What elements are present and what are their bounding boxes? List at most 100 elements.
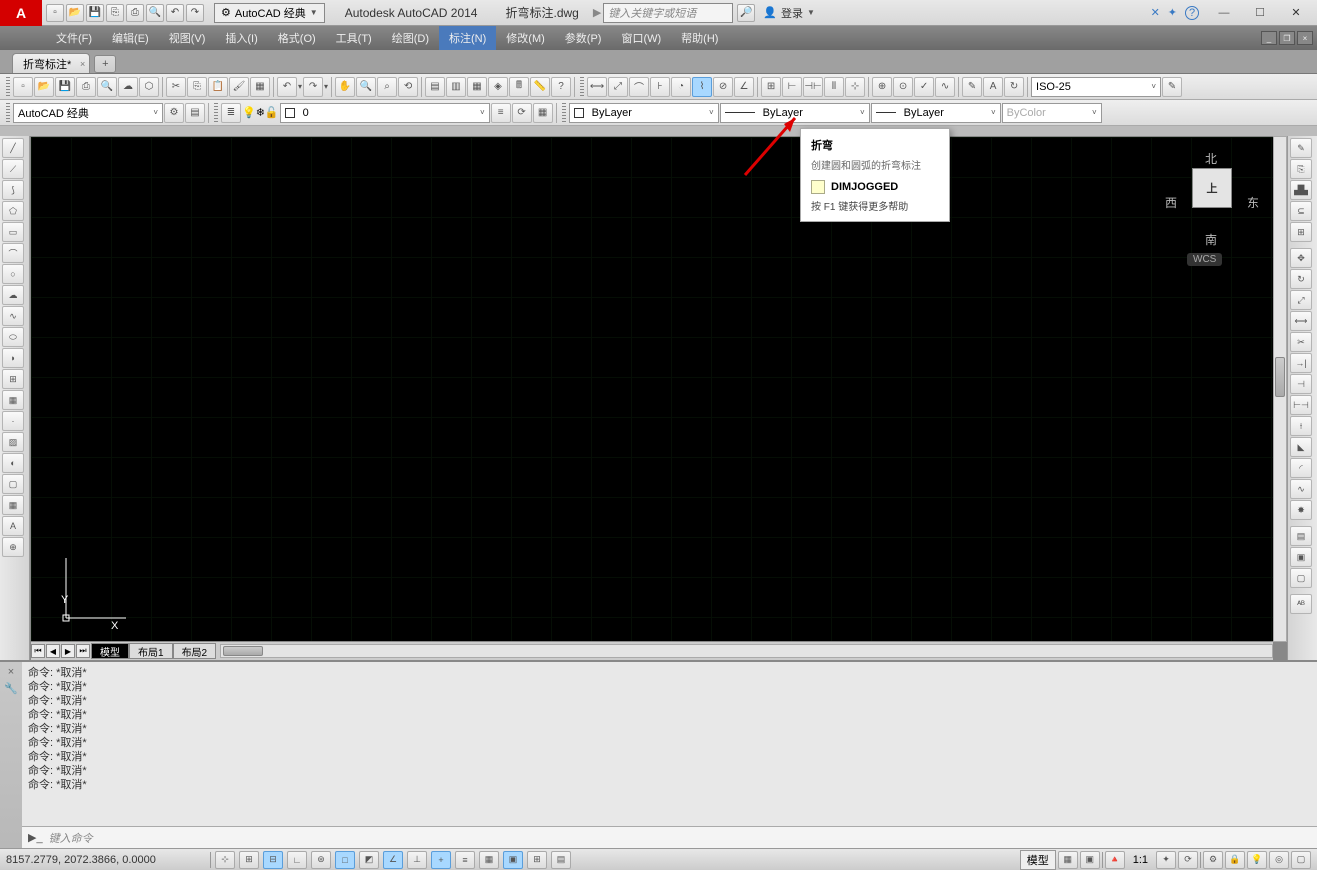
ruler-icon[interactable]: 📏 bbox=[530, 77, 550, 97]
anno-auto-icon[interactable]: ⟳ bbox=[1178, 851, 1198, 869]
minimize-button[interactable]: — bbox=[1207, 3, 1241, 23]
calc-icon[interactable]: 🖩 bbox=[509, 77, 529, 97]
sheets-icon[interactable]: ▥ bbox=[446, 77, 466, 97]
arc-icon[interactable]: ⌒ bbox=[2, 243, 24, 263]
match-icon[interactable]: 🖌 bbox=[229, 77, 249, 97]
dyn-icon[interactable]: + bbox=[431, 851, 451, 869]
pan-icon[interactable]: ✋ bbox=[335, 77, 355, 97]
new-tab-button[interactable]: + bbox=[94, 55, 116, 73]
move-icon[interactable]: ✥ bbox=[1290, 248, 1312, 268]
explode-icon[interactable]: ✸ bbox=[1290, 500, 1312, 520]
workspace-dropdown[interactable]: ⚙AutoCAD 经典▼ bbox=[214, 3, 325, 23]
block-icon[interactable]: ▦ bbox=[2, 390, 24, 410]
snap-icon[interactable]: ⊞ bbox=[239, 851, 259, 869]
undo-icon[interactable]: ↶ bbox=[166, 4, 184, 22]
3dprint-icon[interactable]: ⬡ bbox=[139, 77, 159, 97]
table-icon[interactable]: ▦ bbox=[2, 495, 24, 515]
menu-1[interactable]: 编辑(E) bbox=[102, 26, 159, 50]
toolpal-icon[interactable]: ▦ bbox=[467, 77, 487, 97]
draworder-icon[interactable]: ▤ bbox=[1290, 526, 1312, 546]
wcs-label[interactable]: WCS bbox=[1187, 253, 1222, 266]
publish-icon[interactable]: ☁ bbox=[118, 77, 138, 97]
mdi-close-icon[interactable]: × bbox=[1297, 31, 1313, 45]
anno-scale-icon[interactable]: 🔺 bbox=[1105, 851, 1125, 869]
props-icon[interactable]: ▤ bbox=[425, 77, 445, 97]
pline-icon[interactable]: ⟆ bbox=[2, 180, 24, 200]
isolate-icon[interactable]: ◎ bbox=[1269, 851, 1289, 869]
ellipse-arc-icon[interactable]: ◗ bbox=[2, 348, 24, 368]
point-icon[interactable]: · bbox=[2, 411, 24, 431]
dim-aligned-icon[interactable]: ⤢ bbox=[608, 77, 628, 97]
drawing-canvas[interactable]: YX bbox=[31, 137, 1273, 641]
command-input[interactable]: ▶_ 键入命令 bbox=[22, 826, 1317, 848]
osnap-icon[interactable]: □ bbox=[335, 851, 355, 869]
preview-icon[interactable]: 🔍 bbox=[97, 77, 117, 97]
dim-baseline-icon[interactable]: ⊢ bbox=[782, 77, 802, 97]
polygon-icon[interactable]: ⬠ bbox=[2, 201, 24, 221]
text-edit-icon[interactable]: ᴬᴮ bbox=[1290, 594, 1312, 614]
3dosnap-icon[interactable]: ◩ bbox=[359, 851, 379, 869]
plot-icon[interactable]: ⎙ bbox=[76, 77, 96, 97]
zoom-win-icon[interactable]: ⌕ bbox=[377, 77, 397, 97]
menu-3[interactable]: 插入(I) bbox=[215, 26, 267, 50]
ducs-icon[interactable]: ⊥ bbox=[407, 851, 427, 869]
layer-state-icon[interactable]: ⟳ bbox=[512, 103, 532, 123]
layer-prev-icon[interactable]: ≡ bbox=[491, 103, 511, 123]
mirror-icon[interactable]: ▟▙ bbox=[1290, 180, 1312, 200]
qp-icon[interactable]: ▣ bbox=[503, 851, 523, 869]
a360-icon[interactable]: ✦ bbox=[1168, 6, 1177, 19]
xline-icon[interactable]: ⟋ bbox=[2, 159, 24, 179]
break-icon[interactable]: ⊢⊣ bbox=[1290, 395, 1312, 415]
break-point-icon[interactable]: ⊣ bbox=[1290, 374, 1312, 394]
hatch-icon[interactable]: ▨ bbox=[2, 432, 24, 452]
dim-quick-icon[interactable]: ⊞ bbox=[761, 77, 781, 97]
linetype-dropdown[interactable]: ByLayer˅ bbox=[720, 103, 870, 123]
command-history[interactable]: 命令: *取消*命令: *取消*命令: *取消*命令: *取消*命令: *取消*… bbox=[22, 662, 1317, 826]
dim-jogged-icon[interactable]: ⌇ bbox=[692, 77, 712, 97]
ws-switch-icon[interactable]: ⚙ bbox=[1203, 851, 1223, 869]
workspace-dropdown-2[interactable]: AutoCAD 经典˅ bbox=[13, 103, 163, 123]
viewcube[interactable]: 北 南 东 西 上 WCS bbox=[1157, 146, 1267, 266]
workspace-save-icon[interactable]: ▤ bbox=[185, 103, 205, 123]
toolbar-lock-icon[interactable]: 🔒 bbox=[1225, 851, 1245, 869]
close-button[interactable]: ✕ bbox=[1279, 3, 1313, 23]
tab-first-icon[interactable]: ⏮ bbox=[31, 644, 45, 658]
grip-icon[interactable] bbox=[214, 103, 218, 123]
mtext-icon[interactable]: A bbox=[2, 516, 24, 536]
tab-last-icon[interactable]: ⏭ bbox=[76, 644, 90, 658]
dim-break-icon[interactable]: ⊹ bbox=[845, 77, 865, 97]
dim-update-icon[interactable]: ↻ bbox=[1004, 77, 1024, 97]
chamfer-icon[interactable]: ◣ bbox=[1290, 437, 1312, 457]
preview-icon[interactable]: 🔍 bbox=[146, 4, 164, 22]
layout-tab-2[interactable]: 布局2 bbox=[173, 643, 217, 659]
rectangle-icon[interactable]: ▭ bbox=[2, 222, 24, 242]
vscrollbar[interactable] bbox=[1273, 136, 1287, 642]
saveas-icon[interactable]: ⎘ bbox=[106, 4, 124, 22]
mdi-minimize-icon[interactable]: _ bbox=[1261, 31, 1277, 45]
dimstyle-manager-icon[interactable]: ✎ bbox=[1162, 77, 1182, 97]
erase-icon[interactable]: ✎ bbox=[1290, 138, 1312, 158]
grip-icon[interactable] bbox=[562, 103, 566, 123]
layout-tab-0[interactable]: 模型 bbox=[91, 643, 129, 659]
menu-11[interactable]: 帮助(H) bbox=[671, 26, 728, 50]
jog-line-icon[interactable]: ∿ bbox=[935, 77, 955, 97]
dim-arc-icon[interactable]: ⌒ bbox=[629, 77, 649, 97]
dim-edit-icon[interactable]: ✎ bbox=[962, 77, 982, 97]
block-icon[interactable]: ▦ bbox=[250, 77, 270, 97]
addselected-icon[interactable]: ⊕ bbox=[2, 537, 24, 557]
ortho-icon[interactable]: ∟ bbox=[287, 851, 307, 869]
mdi-restore-icon[interactable]: ❐ bbox=[1279, 31, 1295, 45]
anno-scale[interactable]: 1:1 bbox=[1127, 854, 1154, 866]
undo-icon[interactable]: ↶ bbox=[277, 77, 297, 97]
grip-icon[interactable] bbox=[6, 77, 10, 97]
infer-icon[interactable]: ⊹ bbox=[215, 851, 235, 869]
plotstyle-dropdown[interactable]: ByColor˅ bbox=[1002, 103, 1102, 123]
scale-icon[interactable]: ⤢ bbox=[1290, 290, 1312, 310]
menu-8[interactable]: 修改(M) bbox=[496, 26, 555, 50]
search-icon[interactable]: 🔎 bbox=[737, 4, 755, 22]
am-icon[interactable]: ▤ bbox=[551, 851, 571, 869]
menu-2[interactable]: 视图(V) bbox=[159, 26, 216, 50]
copy-icon[interactable]: ⎘ bbox=[187, 77, 207, 97]
gradient-icon[interactable]: ◐ bbox=[2, 453, 24, 473]
open-icon[interactable]: 📂 bbox=[66, 4, 84, 22]
